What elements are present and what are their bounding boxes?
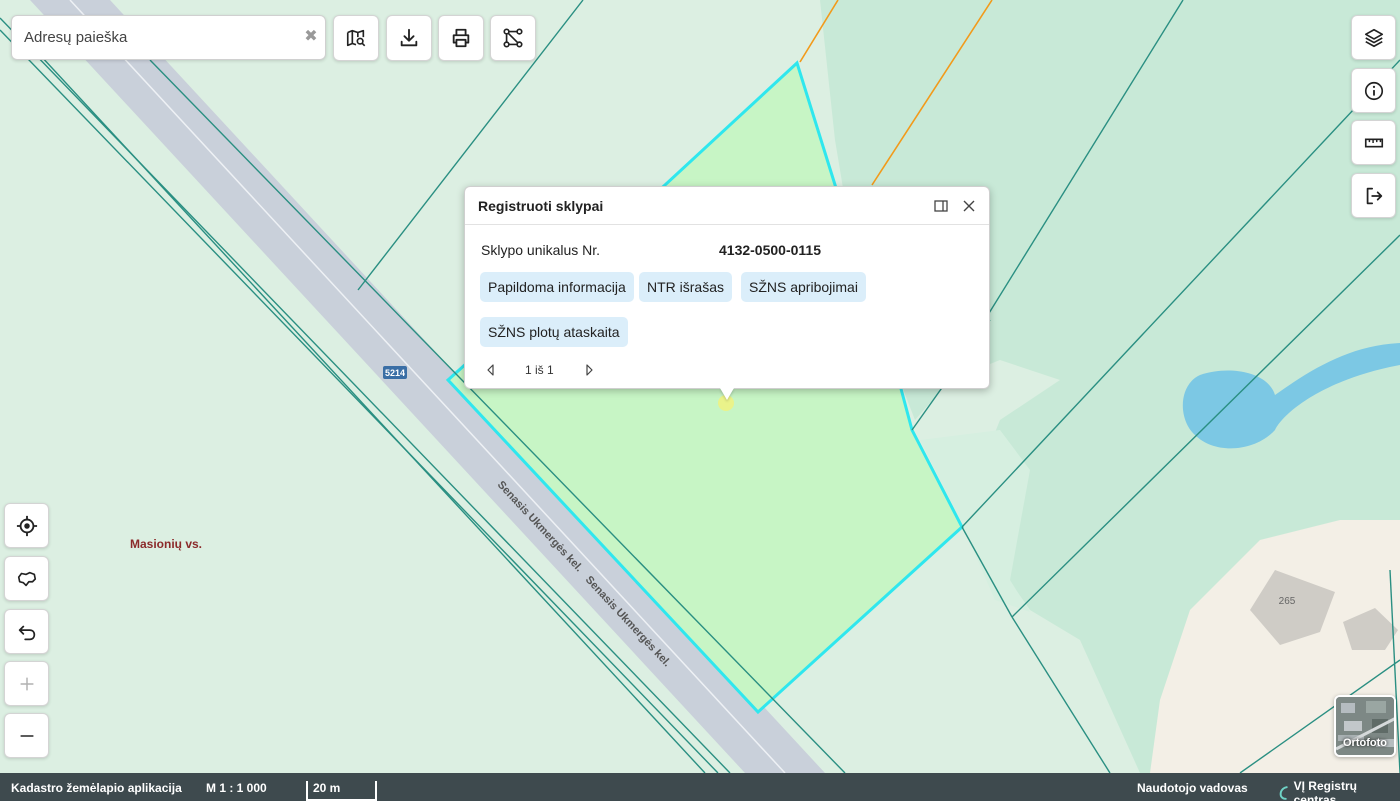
scale-bar: 20 m xyxy=(306,781,377,801)
dock-panel-icon[interactable] xyxy=(934,199,948,213)
plus-icon xyxy=(20,677,33,690)
my-location-button[interactable] xyxy=(4,503,49,548)
zoom-in-button[interactable] xyxy=(4,661,49,706)
parcel-info-popup: Registruoti sklypai Sklypo unikalus Nr. … xyxy=(464,186,990,389)
ortofoto-basemap-toggle[interactable]: Ortofoto xyxy=(1334,695,1396,757)
address-search: ✖ xyxy=(11,15,326,60)
place-label: Masionių vs. xyxy=(130,537,203,551)
parcel-id-label: Sklypo unikalus Nr. xyxy=(481,242,601,258)
crosshair-location-icon xyxy=(16,515,37,536)
measure-polygon-button[interactable] xyxy=(490,15,536,61)
country-outline-icon xyxy=(17,571,36,586)
ruler-icon xyxy=(1364,138,1383,147)
user-manual-link[interactable]: Naudotojo vadovas xyxy=(1137,781,1248,795)
address-search-input[interactable] xyxy=(12,16,302,59)
undo-arrow-icon xyxy=(18,625,35,640)
ruler-button[interactable] xyxy=(1351,120,1396,165)
info-button[interactable] xyxy=(1351,68,1396,113)
road-number: 5214 xyxy=(385,368,405,378)
house-number: 265 xyxy=(1279,596,1296,607)
undo-button[interactable] xyxy=(4,609,49,654)
additional-info-button[interactable]: Papildoma informacija xyxy=(480,272,634,302)
download-button[interactable] xyxy=(386,15,432,61)
print-button[interactable] xyxy=(438,15,484,61)
logout-icon xyxy=(1366,187,1382,204)
info-icon xyxy=(1364,81,1383,100)
pager-count: 1 iš 1 xyxy=(525,363,554,377)
ortofoto-label: Ortofoto xyxy=(1343,737,1387,749)
szns-restrictions-button[interactable]: SŽNS apribojimai xyxy=(741,272,866,302)
popup-pointer xyxy=(720,388,734,400)
map-scale: M 1 : 1 000 xyxy=(206,781,267,795)
next-triangle-icon[interactable] xyxy=(585,363,595,377)
clear-search-icon[interactable]: ✖ xyxy=(303,28,319,46)
status-bar: Kadastro žemėlapio aplikacija M 1 : 1 00… xyxy=(0,773,1400,801)
popup-pager: 1 iš 1 xyxy=(481,362,681,378)
ntr-extract-button[interactable]: NTR išrašas xyxy=(639,272,733,302)
full-extent-button[interactable] xyxy=(4,556,49,601)
brand[interactable]: VĮ Registrų centras xyxy=(1277,779,1400,801)
close-icon[interactable] xyxy=(962,199,976,213)
popup-header: Registruoti sklypai xyxy=(465,187,989,225)
registru-centras-logo-icon xyxy=(1279,786,1288,800)
logout-button[interactable] xyxy=(1351,173,1396,218)
layers-icon xyxy=(1364,28,1383,47)
map-search-icon xyxy=(346,29,366,47)
popup-title: Registruoti sklypai xyxy=(478,198,604,214)
layers-button[interactable] xyxy=(1351,15,1396,60)
zoom-out-button[interactable] xyxy=(4,713,49,758)
vertex-path-icon xyxy=(503,28,523,48)
brand-name: VĮ Registrų centras xyxy=(1293,779,1357,801)
download-icon xyxy=(400,28,418,47)
app-name: Kadastro žemėlapio aplikacija xyxy=(11,781,182,795)
parcel-id-value: 4132-0500-0115 xyxy=(719,242,821,258)
minus-icon xyxy=(20,734,33,737)
printer-icon xyxy=(452,28,470,48)
map-search-button[interactable] xyxy=(333,15,379,61)
szns-area-report-button[interactable]: SŽNS plotų ataskaita xyxy=(480,317,628,347)
previous-triangle-icon[interactable] xyxy=(485,363,495,377)
